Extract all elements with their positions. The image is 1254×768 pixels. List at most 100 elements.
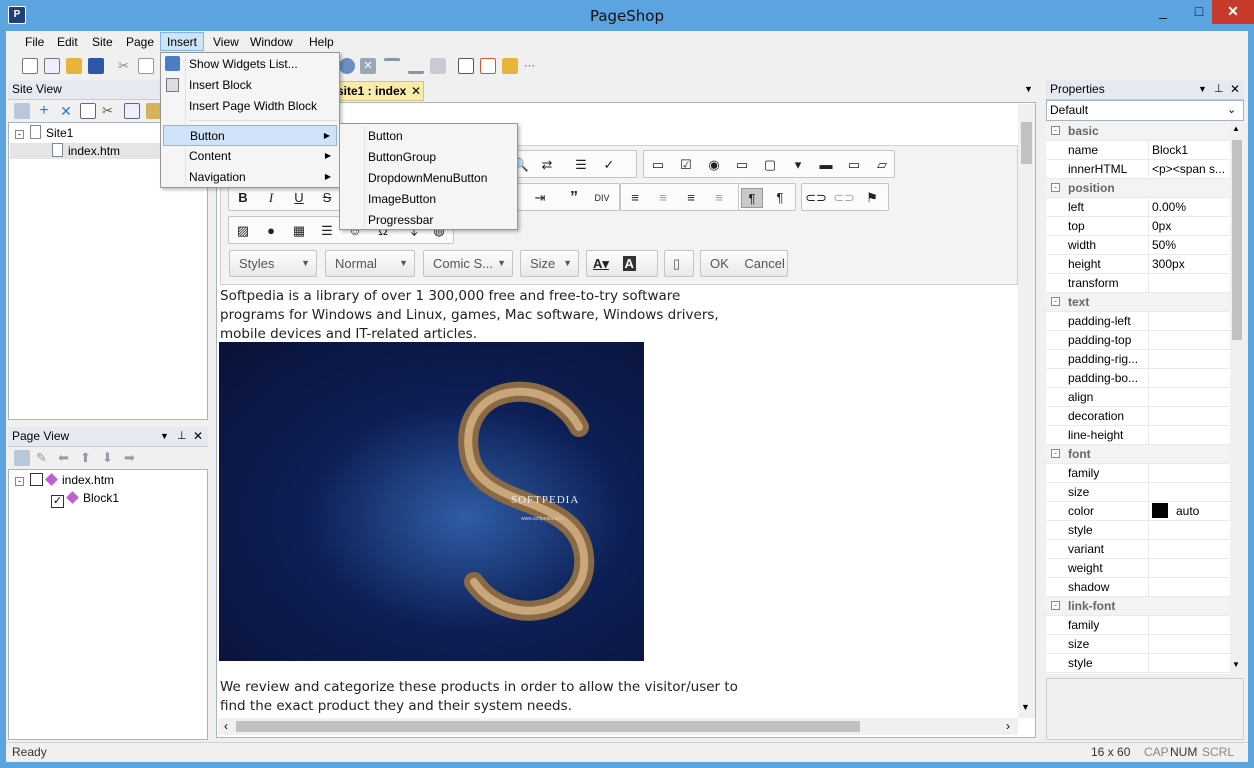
property-row[interactable]: padding-rig... (1046, 350, 1230, 369)
cut-page-icon[interactable]: ✂ (102, 103, 118, 119)
property-value[interactable]: 0.00% (1148, 198, 1228, 216)
grid-icon[interactable]: ⋯ (524, 58, 540, 74)
table-icon[interactable]: ▦ (288, 221, 310, 241)
div-icon[interactable]: DIV (591, 188, 613, 208)
property-row[interactable]: size (1046, 483, 1230, 502)
property-row[interactable]: width 50% (1046, 236, 1230, 255)
scroll-right-icon[interactable]: › (1006, 719, 1010, 733)
property-row[interactable]: variant (1046, 540, 1230, 559)
property-row[interactable]: style (1046, 521, 1230, 540)
duplicate-icon[interactable] (80, 103, 96, 119)
page-checkbox[interactable] (30, 473, 43, 486)
replace-icon[interactable]: ⇄ (536, 155, 558, 175)
property-row[interactable]: top 0px (1046, 217, 1230, 236)
align-left-icon[interactable]: ≡ (624, 188, 646, 208)
menu-site[interactable]: Site (86, 33, 119, 52)
menu-insert[interactable]: Insert (160, 32, 205, 51)
format-dropdown[interactable]: Normal ▼ (325, 250, 415, 277)
submenu-buttongroup[interactable]: ButtonGroup (342, 147, 514, 168)
property-category[interactable]: - basic (1046, 122, 1230, 141)
remove-icon[interactable]: ✕ (58, 103, 74, 119)
property-value[interactable]: 0px (1148, 217, 1228, 235)
site-add-icon[interactable] (14, 103, 30, 119)
color-swatch[interactable] (1152, 503, 1168, 518)
arrow-up-icon[interactable]: ⬆ (80, 450, 96, 466)
form-icon[interactable]: ▭ (647, 155, 669, 175)
property-category[interactable]: - link-font (1046, 597, 1230, 616)
property-row[interactable]: weight (1046, 559, 1230, 578)
tab-site1-index[interactable]: site1 : index ✕ (332, 81, 424, 101)
property-value[interactable] (1148, 407, 1228, 425)
property-value[interactable] (1148, 388, 1228, 406)
property-row[interactable]: align (1046, 388, 1230, 407)
image-button-icon[interactable]: ▭ (843, 155, 865, 175)
property-row[interactable]: padding-bo... (1046, 369, 1230, 388)
property-value[interactable] (1148, 483, 1228, 501)
bold-icon[interactable]: B (232, 188, 254, 208)
property-value[interactable] (1148, 521, 1228, 539)
save-icon[interactable] (88, 58, 104, 74)
add-block-icon[interactable] (14, 450, 30, 466)
scroll-left-icon[interactable]: ‹ (224, 719, 228, 733)
arrow-left-icon[interactable]: ⬅ (58, 450, 74, 466)
close-tab-icon[interactable]: ✕ (411, 82, 421, 100)
property-value[interactable] (1148, 274, 1228, 292)
close-panel-icon[interactable]: ✕ (1230, 80, 1240, 99)
bg-color-icon[interactable]: A (622, 256, 636, 271)
property-value[interactable]: 50% (1148, 236, 1228, 254)
property-value[interactable]: Block1 (1148, 141, 1228, 159)
menu-page[interactable]: Page (120, 33, 160, 52)
property-row[interactable]: family (1046, 616, 1230, 635)
menu-button-submenu[interactable]: Button ▶ (163, 125, 337, 146)
text-color-icon[interactable]: A▾ (593, 256, 609, 271)
select-all-icon[interactable]: ☰ (570, 155, 592, 175)
property-value[interactable] (1148, 540, 1228, 558)
copy-page-icon[interactable] (124, 103, 140, 119)
ok-button[interactable]: OK (710, 256, 729, 271)
strikethrough-icon[interactable]: S (316, 188, 338, 208)
close-window-button[interactable]: ✕ (1212, 0, 1254, 24)
menu-content-submenu[interactable]: Content ▶ (163, 146, 337, 167)
property-row[interactable]: padding-left (1046, 312, 1230, 331)
scroll-down-icon[interactable]: ▼ (1021, 702, 1030, 712)
arrow-right-icon[interactable]: ➡ (124, 450, 140, 466)
document-paragraph-2[interactable]: We review and categorize these products … (220, 678, 740, 716)
properties-preset-select[interactable]: Default ⌄ (1046, 100, 1244, 121)
collapse-toggle-icon[interactable]: - (1051, 183, 1060, 192)
property-row[interactable]: left 0.00% (1046, 198, 1230, 217)
underline-icon[interactable]: U (288, 188, 310, 208)
editor-horizontal-scrollbar[interactable]: ‹ › (218, 718, 1018, 735)
size-dropdown[interactable]: Size ▼ (520, 250, 579, 277)
collapse-toggle-icon[interactable]: - (1051, 601, 1060, 610)
property-row[interactable]: height 300px (1046, 255, 1230, 274)
arrow-down-icon[interactable]: ⬇ (102, 450, 118, 466)
checkbox-icon[interactable]: ☑ (675, 155, 697, 175)
menu-file[interactable]: File (19, 33, 50, 52)
align-center-icon[interactable]: ≡ (652, 188, 674, 208)
anchor-flag-icon[interactable]: ⚑ (861, 188, 883, 208)
scroll-down-icon[interactable]: ▼ (1232, 660, 1240, 669)
new-file-icon[interactable] (22, 58, 38, 74)
scroll-thumb[interactable] (1021, 122, 1032, 164)
property-category[interactable]: - text (1046, 293, 1230, 312)
app-icon[interactable]: P (8, 6, 26, 24)
tree-page-index[interactable]: - index.htm (15, 472, 114, 488)
menu-navigation-submenu[interactable]: Navigation ▶ (163, 167, 337, 188)
property-value[interactable] (1148, 312, 1228, 330)
menu-edit[interactable]: Edit (51, 33, 84, 52)
editor-vertical-scrollbar[interactable]: ▼ (1018, 104, 1035, 718)
collapse-toggle-icon[interactable]: - (1051, 449, 1060, 458)
collapse-toggle-icon[interactable]: - (1051, 297, 1060, 306)
preview-icon[interactable] (458, 58, 474, 74)
styles-dropdown[interactable]: Styles ▼ (229, 250, 317, 277)
property-value[interactable]: 300px (1148, 255, 1228, 273)
property-row[interactable]: innerHTML <p><span s... (1046, 160, 1230, 179)
property-value[interactable] (1148, 464, 1228, 482)
collapse-toggle-icon[interactable]: - (15, 130, 24, 139)
menu-help[interactable]: Help (303, 33, 340, 52)
rtl-icon[interactable]: ¶ (769, 188, 791, 208)
tree-block1[interactable]: ✓ Block1 (51, 490, 119, 508)
ltr-icon[interactable]: ¶ (741, 188, 763, 208)
properties-scrollbar[interactable]: ▲ ▼ (1230, 122, 1244, 674)
align-bottom-icon[interactable] (408, 58, 424, 74)
